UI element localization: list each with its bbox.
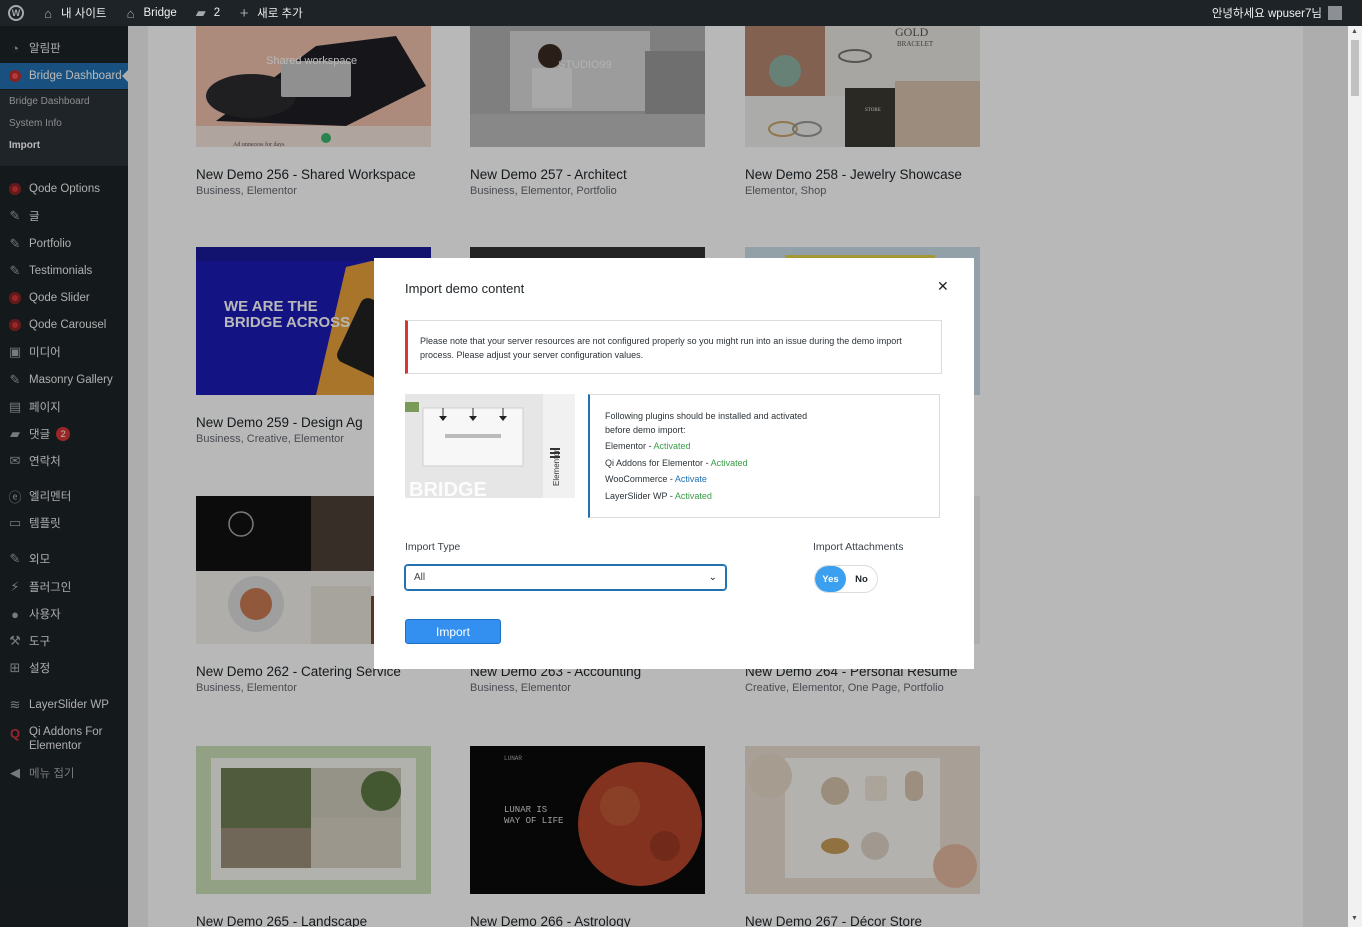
import-type-value: All [414, 572, 426, 583]
import-attachments-toggle[interactable]: Yes No [814, 565, 878, 593]
wp-logo-menu[interactable]: W [0, 0, 32, 26]
house-icon: ⌂ [126, 5, 135, 21]
site-name: 내 사이트 [61, 8, 107, 20]
account-menu[interactable]: 안녕하세요 wpuser7님 [1212, 5, 1362, 21]
home-icon: ⌂ [44, 5, 52, 21]
import-type-select[interactable]: All ⌄ [405, 565, 726, 590]
wordpress-icon: W [8, 5, 24, 21]
modal-title: Import demo content [405, 281, 525, 296]
plugin-name: LayerSlider WP [605, 490, 668, 501]
preview-graphic: BRIDGE Elementor [405, 394, 575, 498]
import-attachments-label: Import Attachments [813, 541, 904, 553]
activate-link[interactable]: Activate [675, 474, 707, 484]
plugins-intro: before demo import: [605, 425, 686, 435]
plugin-name: WooCommerce [605, 474, 668, 484]
comments-count: 2 [213, 7, 221, 19]
plugin-row-elementor: Elementor - Activated [605, 441, 691, 451]
plugin-status: Activated [710, 457, 748, 468]
new-content-label: 새로 추가 [257, 8, 303, 20]
notice-text: Please note that your server resources a… [420, 336, 902, 360]
avatar [1328, 6, 1342, 20]
scroll-down-icon[interactable]: ▼ [1351, 915, 1358, 922]
plugin-row-woocommerce: WooCommerce - Activate [605, 474, 707, 484]
plugin-name: Qi Addons for Elementor [605, 457, 704, 468]
plugin-status: Activated [653, 441, 691, 451]
import-type-label: Import Type [405, 541, 461, 553]
toggle-yes[interactable]: Yes [815, 566, 846, 592]
scrollbar-thumb[interactable] [1351, 40, 1359, 96]
plugin-status: Activated [674, 490, 712, 501]
comment-icon: ▰ [195, 5, 206, 20]
new-content-menu[interactable]: + 새로 추가 [228, 0, 311, 26]
plugin-row-qi-addons: Qi Addons for Elementor - Activated [605, 457, 748, 468]
admin-bar: W ⌂ 내 사이트 ⌂ Bridge ▰ 2 + 새로 추가 안녕하세요 wpuser7… [0, 0, 1362, 26]
import-button[interactable]: Import [405, 619, 501, 644]
demo-preview-image: BRIDGE Elementor [405, 394, 575, 498]
import-demo-modal: Import demo content ✕ Please note that y… [374, 258, 974, 669]
greeting: 안녕하세요 wpuser7님 [1211, 8, 1322, 20]
plugins-intro: Following plugins should be installed an… [605, 411, 808, 421]
svg-text:Elementor: Elementor [552, 449, 561, 486]
svg-text:BRIDGE: BRIDGE [409, 479, 487, 498]
close-icon[interactable]: ✕ [937, 278, 949, 295]
plugin-row-layerslider: LayerSlider WP - Activated [605, 490, 712, 501]
toggle-no[interactable]: No [846, 566, 877, 592]
scroll-up-icon[interactable]: ▲ [1351, 28, 1358, 35]
comments-menu[interactable]: ▰ 2 [185, 0, 228, 26]
site-name-menu[interactable]: ⌂ 내 사이트 [32, 0, 115, 26]
required-plugins-box: Following plugins should be installed an… [588, 394, 940, 518]
theme-menu[interactable]: ⌂ Bridge [115, 0, 185, 26]
page-scrollbar[interactable]: ▲ ▼ [1348, 26, 1362, 927]
plugin-name: Elementor [605, 441, 647, 451]
chevron-down-icon: ⌄ [708, 572, 717, 583]
server-notice: Please note that your server resources a… [405, 320, 942, 374]
theme-name: Bridge [143, 7, 177, 19]
plus-icon: + [239, 4, 249, 22]
